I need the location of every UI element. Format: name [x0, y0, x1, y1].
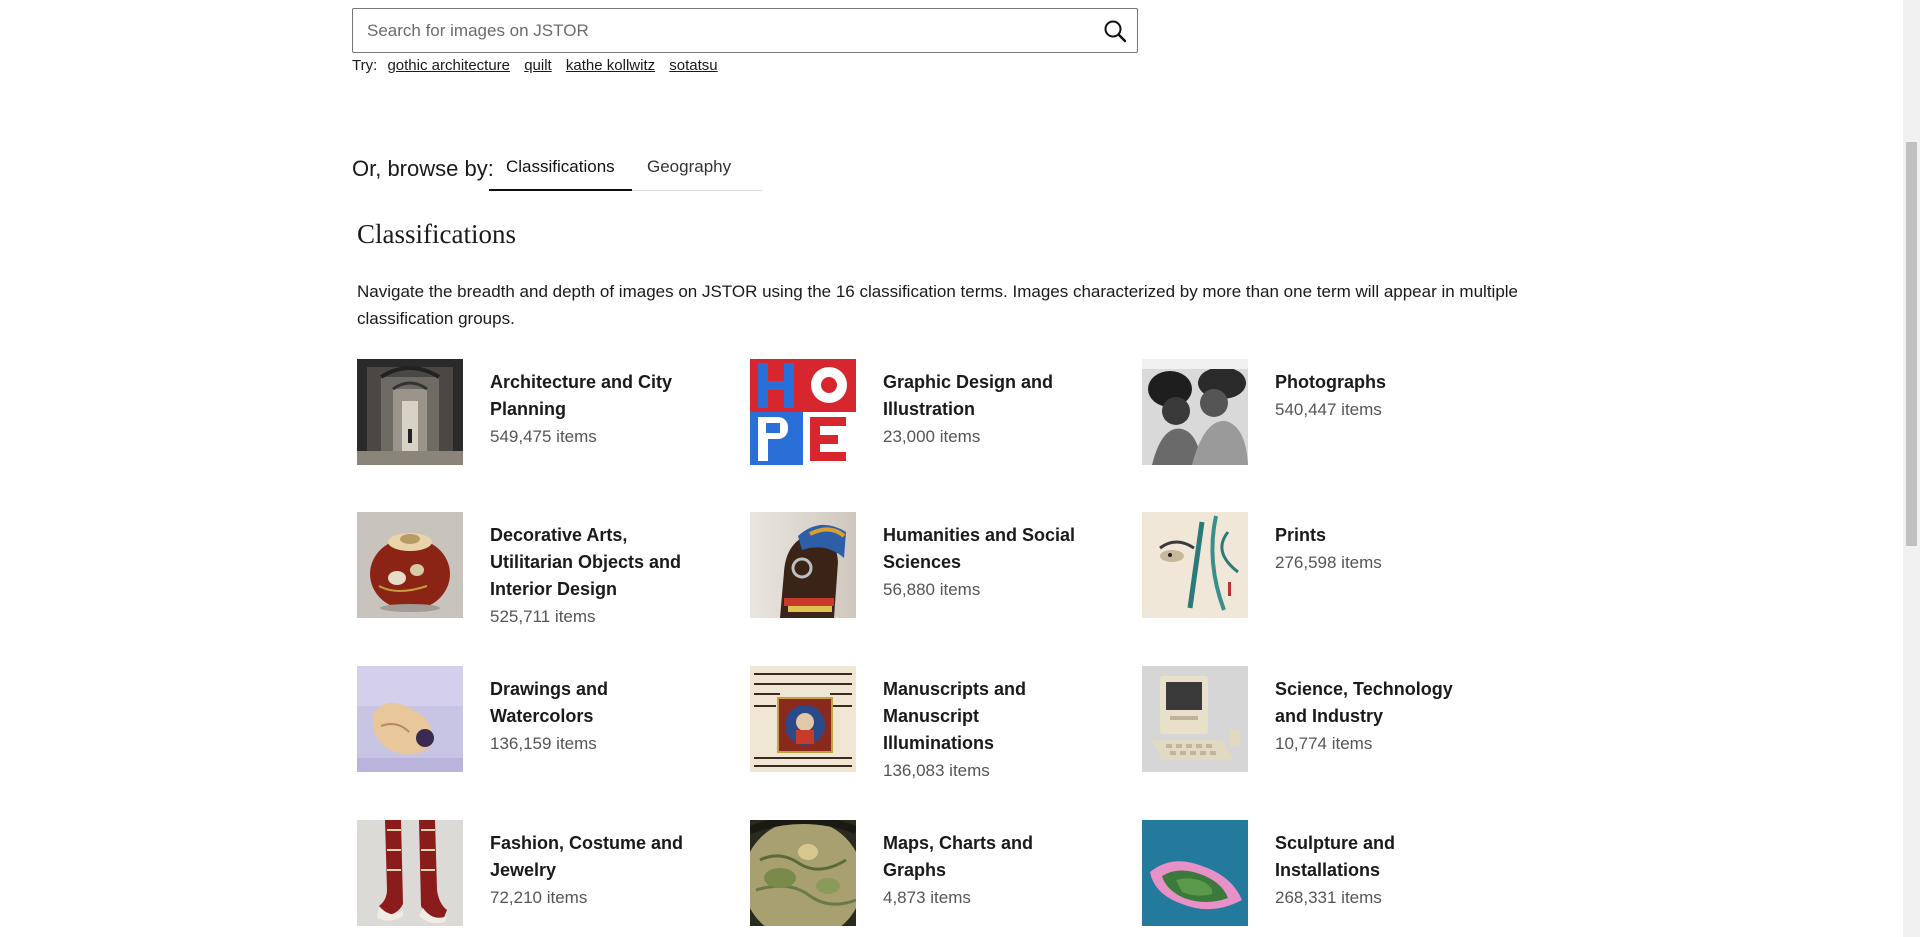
classification-count: 136,083 items	[883, 761, 990, 780]
classification-count: 4,873 items	[883, 888, 971, 907]
classification-card-drawings[interactable]: Drawings and Watercolors 136,159 items	[357, 666, 737, 806]
decorative-arts-thumbnail	[357, 512, 463, 618]
suggestion-link[interactable]: kathe kollwitz	[566, 57, 655, 74]
maps-thumbnail	[750, 820, 856, 926]
classification-card-fashion[interactable]: Fashion, Costume and Jewelry 72,210 item…	[357, 820, 737, 937]
classification-title: Drawings and Watercolors	[490, 679, 609, 726]
search-input[interactable]	[353, 9, 1093, 52]
section-title: Classifications	[357, 219, 516, 249]
classification-count: 72,210 items	[490, 888, 588, 907]
prints-thumbnail	[1142, 512, 1248, 618]
classification-title: Fashion, Costume and Jewelry	[490, 833, 684, 880]
classification-title: Maps, Charts and Graphs	[883, 833, 1034, 880]
humanities-thumbnail	[750, 512, 856, 618]
fashion-thumbnail	[357, 820, 463, 926]
vertical-scrollbar[interactable]	[1903, 0, 1920, 937]
classification-count: 136,159 items	[490, 734, 597, 753]
suggestion-link[interactable]: sotatsu	[669, 57, 717, 74]
search-icon[interactable]	[1103, 19, 1127, 43]
classification-count: 525,711 items	[490, 607, 596, 626]
classification-count: 276,598 items	[1275, 553, 1382, 572]
classification-title: Humanities and Social Sciences	[883, 525, 1076, 572]
suggestion-link[interactable]: gothic architecture	[387, 57, 510, 74]
classification-title: Science, Technology and Industry	[1275, 679, 1453, 726]
section-description: Navigate the breadth and depth of images…	[357, 282, 1519, 328]
classification-card-prints[interactable]: Prints 276,598 items	[1142, 512, 1522, 652]
classification-count: 56,880 items	[883, 580, 981, 599]
architecture-thumbnail	[357, 359, 463, 465]
manuscripts-thumbnail	[750, 666, 856, 772]
classification-card-photographs[interactable]: Photographs 540,447 items	[1142, 359, 1522, 499]
classification-card-humanities[interactable]: Humanities and Social Sciences 56,880 it…	[750, 512, 1130, 652]
science-thumbnail	[1142, 666, 1248, 772]
classification-count: 540,447 items	[1275, 400, 1382, 419]
page: Try: gothic architecture quilt kathe kol…	[0, 0, 1903, 937]
classification-count: 10,774 items	[1275, 734, 1373, 753]
search-suggestions: Try: gothic architecture quilt kathe kol…	[352, 57, 722, 74]
classification-card-science[interactable]: Science, Technology and Industry 10,774 …	[1142, 666, 1522, 806]
classification-card-graphic-design[interactable]: Graphic Design and Illustration 23,000 i…	[750, 359, 1130, 499]
photographs-thumbnail	[1142, 359, 1248, 465]
classification-count: 549,475 items	[490, 427, 597, 446]
classification-card-maps[interactable]: Maps, Charts and Graphs 4,873 items	[750, 820, 1130, 937]
classification-title: Photographs	[1275, 372, 1386, 392]
graphic-design-thumbnail	[750, 359, 856, 465]
classification-title: Sculpture and Installations	[1275, 833, 1396, 880]
try-label: Try:	[352, 57, 378, 74]
search-box[interactable]	[352, 8, 1138, 53]
classification-title: Architecture and City Planning	[490, 372, 673, 419]
tab-geography[interactable]: Geography	[630, 156, 748, 189]
classification-count: 23,000 items	[883, 427, 981, 446]
classification-title: Manuscripts and Manuscript Illuminations	[883, 679, 1027, 753]
sculpture-thumbnail	[1142, 820, 1248, 926]
classification-card-manuscripts[interactable]: Manuscripts and Manuscript Illuminations…	[750, 666, 1130, 806]
suggestion-link[interactable]: quilt	[524, 57, 552, 74]
drawings-thumbnail	[357, 666, 463, 772]
tab-classifications[interactable]: Classifications	[489, 156, 632, 191]
scrollbar-thumb[interactable]	[1906, 142, 1917, 546]
browse-tabs: Classifications Geography	[489, 152, 762, 191]
classification-count: 268,331 items	[1275, 888, 1382, 907]
classification-card-sculpture[interactable]: Sculpture and Installations 268,331 item…	[1142, 820, 1522, 937]
classification-title: Prints	[1275, 525, 1327, 545]
classification-card-decorative-arts[interactable]: Decorative Arts, Utilitarian Objects and…	[357, 512, 737, 652]
classification-card-architecture[interactable]: Architecture and City Planning 549,475 i…	[357, 359, 737, 499]
classification-title: Graphic Design and Illustration	[883, 372, 1054, 419]
browse-label: Or, browse by:	[352, 156, 494, 181]
classification-title: Decorative Arts, Utilitarian Objects and…	[490, 525, 682, 599]
